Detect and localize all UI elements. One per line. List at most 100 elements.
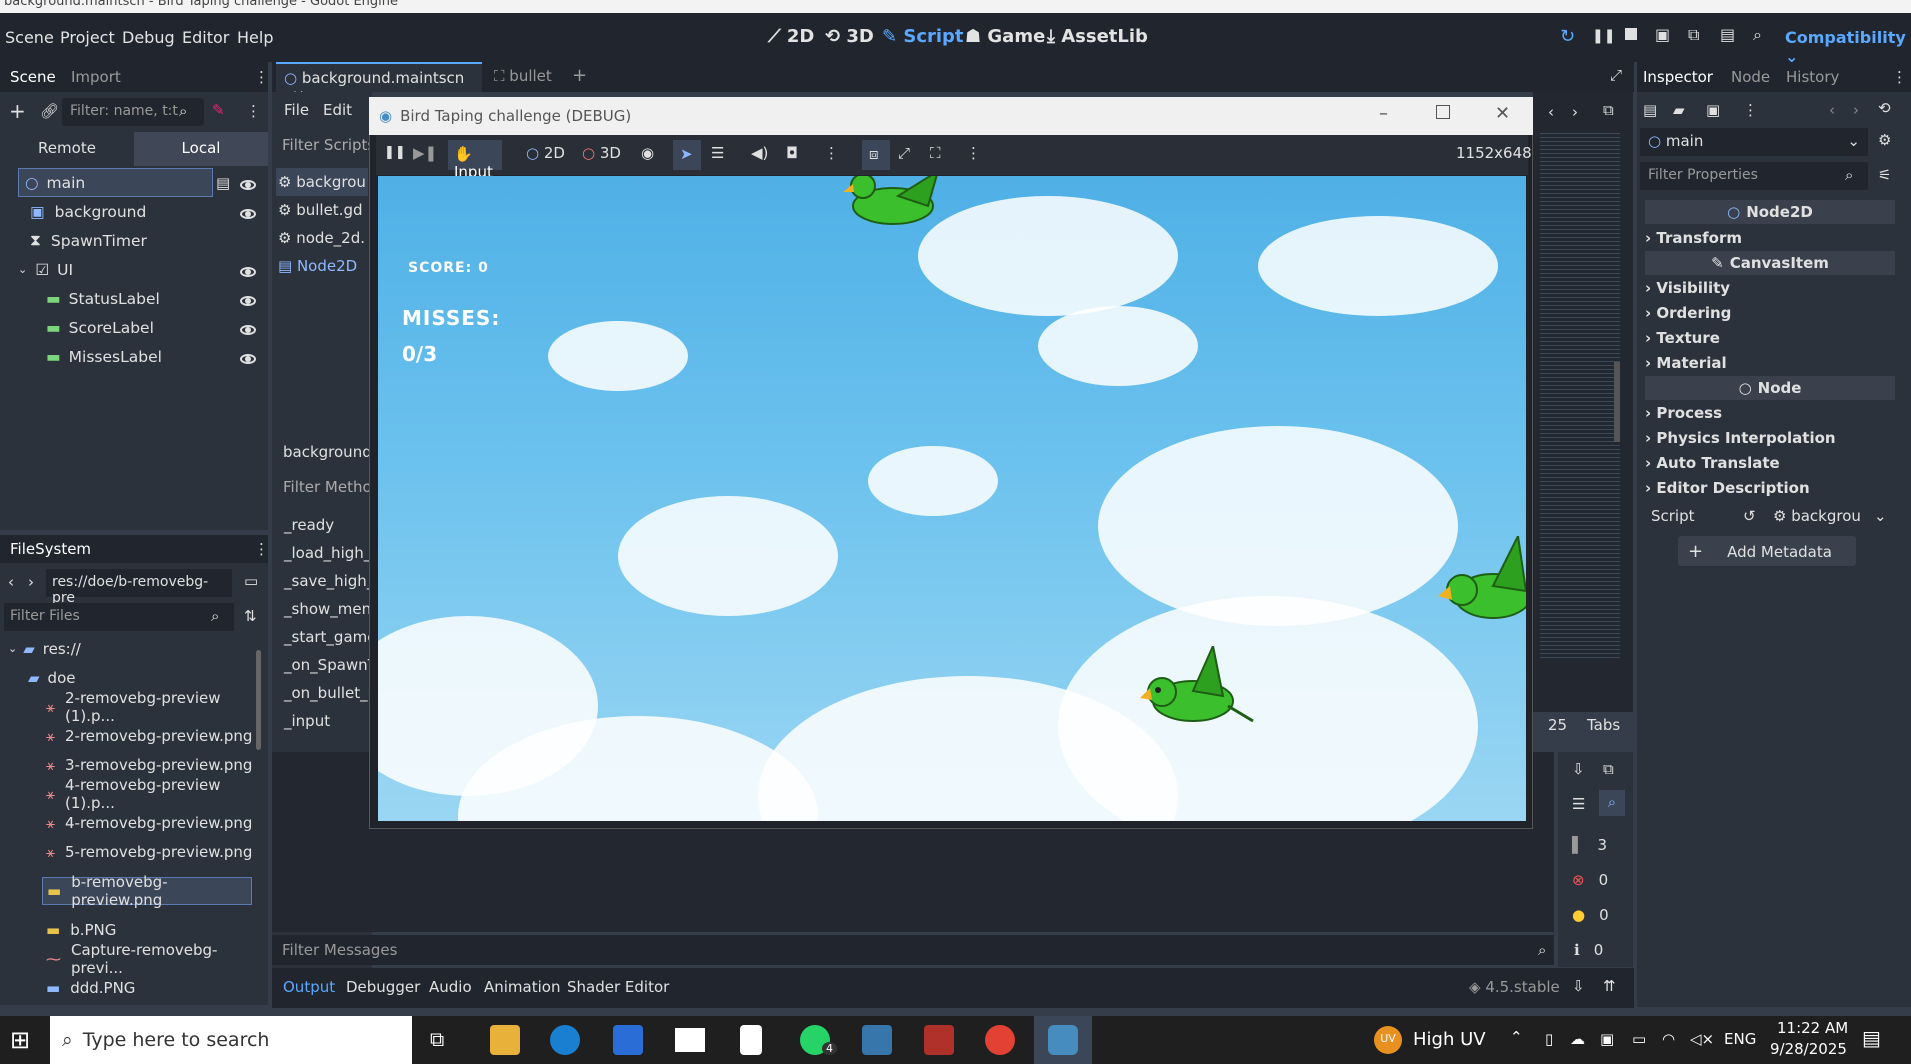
- pause-icon[interactable]: ❚❚: [384, 145, 406, 160]
- method-item[interactable]: _start_game: [284, 628, 377, 646]
- method-item[interactable]: _save_high_s: [284, 572, 382, 590]
- maximize-icon[interactable]: [1436, 105, 1450, 119]
- tree-node-spawntimer[interactable]: ⧗ SpawnTimer: [30, 226, 292, 255]
- pause-icon[interactable]: ❚❚: [1592, 28, 1615, 44]
- tray-screen-icon[interactable]: ▣: [1600, 1030, 1614, 1048]
- more-icon[interactable]: ⋮: [824, 144, 839, 162]
- script-item[interactable]: ⚙ node_2d.: [278, 229, 365, 247]
- file-explorer-icon[interactable]: [490, 1025, 520, 1055]
- method-item[interactable]: _on_bullet_m: [284, 684, 382, 702]
- taskbar-search-box[interactable]: ⌕ Type here to search: [50, 1016, 412, 1064]
- menu-file[interactable]: File: [284, 101, 309, 119]
- script-item[interactable]: ⚙ bullet.gd: [278, 201, 363, 219]
- local-tab[interactable]: Local: [134, 132, 268, 166]
- fullscreen-icon[interactable]: ⤢: [1610, 66, 1622, 84]
- parrot-sprite[interactable]: [838, 176, 948, 236]
- filesystem-scrollbar[interactable]: [256, 650, 261, 750]
- group-ordering[interactable]: › Ordering: [1645, 304, 1731, 322]
- file-item[interactable]: ⁓ Capture-removebg-previ...: [46, 941, 268, 977]
- notifications-icon[interactable]: ▤: [1862, 1026, 1881, 1050]
- tab-history[interactable]: History: [1786, 68, 1839, 86]
- visibility-icon[interactable]: ◉: [641, 144, 654, 162]
- group-auto-translate[interactable]: › Auto Translate: [1645, 454, 1780, 472]
- file-item[interactable]: ⚹ 2-removebg-preview.png: [46, 721, 252, 750]
- warning-counter[interactable]: ● 0: [1564, 900, 1624, 930]
- menu-editor[interactable]: Editor: [182, 28, 229, 47]
- object-selector[interactable]: ○ main ⌄: [1640, 128, 1868, 156]
- group-texture[interactable]: › Texture: [1645, 329, 1720, 347]
- file-item[interactable]: ⚹ 5-removebg-preview.png: [46, 837, 252, 866]
- camera-icon[interactable]: ◘: [786, 144, 798, 162]
- chevron-down-icon[interactable]: ⌄: [1874, 507, 1887, 525]
- fullscreen-icon[interactable]: ⛶: [930, 144, 941, 162]
- dock-menu-icon[interactable]: ⋮: [254, 540, 268, 558]
- sort-icon[interactable]: ⇅: [244, 607, 257, 625]
- object-tools-icon[interactable]: ⚙: [1878, 131, 1891, 149]
- workspace-assetlib-button[interactable]: ⤓ AssetLib: [1047, 26, 1148, 47]
- collapse-arrow-icon[interactable]: ⌄: [18, 263, 27, 276]
- visibility-eye-icon[interactable]: [240, 180, 256, 190]
- search-scene-icon[interactable]: ⌕: [1753, 25, 1762, 45]
- stop-icon[interactable]: [1625, 28, 1637, 40]
- toggle-panel-icon[interactable]: ⧉: [1603, 101, 1614, 119]
- filter-properties-input[interactable]: Filter Properties: [1640, 162, 1868, 190]
- tree-node-statuslabel[interactable]: ▬ StatusLabel: [46, 284, 308, 313]
- folder-res[interactable]: ⌄ ▰ res://: [8, 634, 81, 663]
- tab-scene[interactable]: Scene: [10, 68, 56, 86]
- back-icon[interactable]: ‹: [8, 573, 14, 591]
- load-resource-icon[interactable]: ▰: [1673, 101, 1685, 119]
- tab-audio[interactable]: Audio: [429, 978, 472, 996]
- tab-debugger[interactable]: Debugger: [346, 978, 420, 996]
- tab-bullet[interactable]: ⛶ bullet: [494, 67, 552, 85]
- mode-2d-button[interactable]: ○ 2D: [526, 144, 565, 162]
- add-node-icon[interactable]: +: [9, 99, 26, 123]
- volume-muted-icon[interactable]: ◁×: [1690, 1030, 1714, 1048]
- renderer-select[interactable]: Compatibility ⌄: [1785, 28, 1911, 66]
- tray-expand-icon[interactable]: ⌃: [1510, 1028, 1523, 1046]
- edge-icon[interactable]: [550, 1025, 580, 1055]
- message-counter[interactable]: ▌ 3: [1564, 830, 1624, 860]
- history-back-icon[interactable]: ‹: [1829, 101, 1835, 119]
- chrome-icon[interactable]: [985, 1025, 1015, 1055]
- script-property-value[interactable]: ⚙ backgrou: [1773, 507, 1861, 525]
- godot-taskbar-active[interactable]: [1034, 1016, 1092, 1064]
- store-icon[interactable]: [613, 1025, 643, 1055]
- next-frame-icon[interactable]: ▶❚: [413, 144, 437, 162]
- weather-label[interactable]: High UV: [1413, 1029, 1486, 1050]
- tab-inspector[interactable]: Inspector: [1643, 68, 1713, 86]
- group-process[interactable]: › Process: [1645, 404, 1722, 422]
- group-material[interactable]: › Material: [1645, 354, 1727, 372]
- tree-node-misseslabel[interactable]: ▬ MissesLabel: [46, 342, 308, 371]
- mail-icon[interactable]: [675, 1028, 705, 1052]
- reload-icon[interactable]: ↻: [1560, 26, 1575, 47]
- save-icon[interactable]: ▣: [1706, 101, 1720, 119]
- clock-date[interactable]: 9/28/2025: [1770, 1040, 1847, 1058]
- code-minimap[interactable]: [1540, 130, 1620, 660]
- battery-icon[interactable]: ▭: [1632, 1030, 1646, 1048]
- tree-node-scorelabel[interactable]: ▬ ScoreLabel: [46, 313, 308, 342]
- history-icon[interactable]: ⟲: [1878, 99, 1891, 117]
- workspace-2d-button[interactable]: ⟋ 2D: [768, 26, 814, 47]
- code-scrollbar[interactable]: [1614, 362, 1620, 442]
- clock-time[interactable]: 11:22 AM: [1777, 1019, 1848, 1037]
- notepad-icon[interactable]: [740, 1025, 762, 1055]
- minimize-icon[interactable]: –: [1379, 103, 1388, 124]
- visibility-eye-icon[interactable]: [240, 325, 256, 335]
- remote-debug-icon[interactable]: ▣: [1655, 25, 1670, 44]
- tab-node[interactable]: Node: [1731, 68, 1770, 86]
- filter-messages-input[interactable]: Filter Messages: [272, 935, 1554, 965]
- close-icon[interactable]: ✕: [1495, 103, 1510, 124]
- info-counter[interactable]: ℹ0: [1564, 935, 1624, 965]
- expand-panel-icon[interactable]: ⇈: [1603, 977, 1616, 995]
- mode-3d-button[interactable]: ○ 3D: [582, 144, 621, 162]
- game-viewport[interactable]: SCORE: 0 MISSES: 0/3: [378, 176, 1526, 821]
- method-item[interactable]: _show_menu: [284, 600, 381, 618]
- collapse-icon[interactable]: ☰: [1572, 795, 1585, 813]
- movie-icon[interactable]: ⧉: [1688, 25, 1699, 45]
- menu-debug[interactable]: Debug: [122, 28, 175, 47]
- menu-edit[interactable]: Edit: [323, 101, 352, 119]
- menu-scene[interactable]: Scene: [5, 28, 54, 47]
- error-counter[interactable]: ⊗ 0: [1564, 865, 1624, 895]
- method-item[interactable]: _on_SpawnTi: [284, 656, 381, 674]
- select-icon[interactable]: ➤: [673, 140, 701, 170]
